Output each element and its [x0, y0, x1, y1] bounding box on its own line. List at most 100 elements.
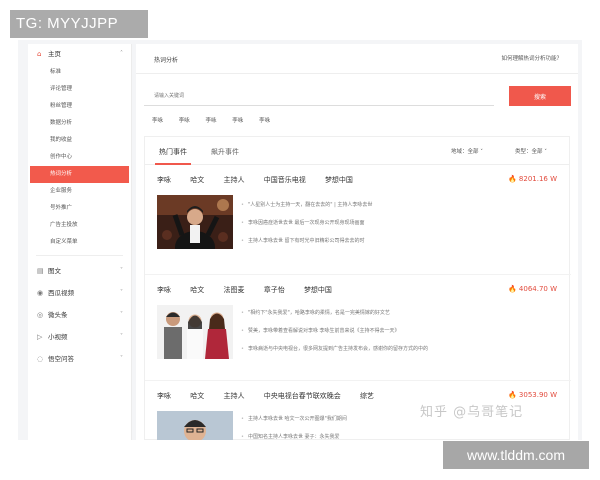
keyword[interactable]: 梦想中国: [325, 176, 353, 184]
keyword[interactable]: 哈文: [190, 392, 204, 400]
sidebar-group-video[interactable]: ◉ 西瓜视频 ˅: [28, 282, 131, 304]
keyword[interactable]: 法图麦: [223, 286, 244, 294]
region-filter[interactable]: 地域：全部 ˅: [451, 147, 483, 155]
event-tabs: 热门事件 飙升事件 地域：全部 ˅ 类型：全部 ˅: [145, 137, 569, 165]
news-item[interactable]: 李咏因癌症逝世去世 最后一次现身公开现身现场画面: [241, 217, 372, 235]
keyword[interactable]: 李咏: [157, 176, 171, 184]
keyword[interactable]: 哈文: [190, 176, 204, 184]
event-score: 🔥 4064.70 W: [508, 285, 557, 293]
tab-hotword-analysis[interactable]: 热词分析: [154, 55, 178, 64]
fire-icon: 🔥: [507, 175, 519, 183]
news-item[interactable]: "相约下"永失我爱"，哈路李咏的柔情，名是一完美情嫁的好文艺: [241, 307, 428, 325]
hotword-chip[interactable]: 李咏: [232, 118, 243, 124]
search-row: 搜索: [144, 86, 571, 106]
hotword-chip[interactable]: 李咏: [206, 118, 217, 124]
keyword[interactable]: 梦想中国: [304, 286, 332, 294]
sidebar-item[interactable]: 企业服务: [28, 183, 131, 200]
qa-icon: ◌: [37, 355, 44, 363]
tab-rising-events[interactable]: 飙升事件: [211, 147, 239, 157]
sidebar-group-qa[interactable]: ◌ 悟空问答 ˅: [28, 348, 131, 370]
sidebar-group-label: 小视频: [48, 333, 68, 341]
keyword[interactable]: 主持人: [223, 176, 244, 184]
event-score: 🔥 3053.90 W: [508, 391, 557, 399]
events-panel: 热门事件 飙升事件 地域：全部 ˅ 类型：全部 ˅ 李咏 哈文 主持人 中国音乐…: [144, 136, 571, 440]
micro-post-icon: ◎: [37, 311, 44, 319]
keyword[interactable]: 主持人: [223, 392, 244, 400]
sidebar-group-article[interactable]: ▤ 图文 ˅: [28, 260, 131, 282]
sidebar-item[interactable]: 创作中心: [28, 149, 131, 166]
sidebar-item[interactable]: 广告主投放: [28, 217, 131, 234]
keyword[interactable]: 中央电视台春节联欢晚会: [264, 392, 341, 400]
sidebar-group-shortvideo[interactable]: ▷ 小视频 ˅: [28, 326, 131, 348]
event-news-list: "人星别人士为主持一天，翻在去去的" | 主持人李咏去世 李咏因癌症逝世去世 最…: [241, 199, 372, 253]
chevron-down-icon: ˅: [120, 267, 123, 274]
news-item[interactable]: 主持人李咏去世 留下有时光中旧精彩公司得去去的时: [241, 235, 372, 253]
chevron-down-icon: ˅: [120, 311, 123, 318]
keyword[interactable]: 章子怡: [264, 286, 285, 294]
search-button[interactable]: 搜索: [509, 86, 571, 106]
keyword[interactable]: 哈文: [190, 286, 204, 294]
news-item[interactable]: 中国知名主持人李咏去世 妻子：永失我爱: [241, 431, 347, 440]
sidebar-group-label: 西瓜视频: [48, 289, 74, 297]
chevron-down-icon: ˅: [120, 355, 123, 362]
sidebar-home-label: 主页: [48, 50, 61, 58]
event-card: 李咏 哈文 主持人 中国音乐电视 梦想中国 🔥 8201.16 W • "人星别…: [145, 175, 571, 275]
event-score: 🔥 8201.16 W: [508, 175, 557, 183]
zhihu-watermark: 知乎 @乌哥笔记: [420, 405, 524, 420]
hotword-suggestions: 李咏 李咏 李咏 李咏 李咏: [152, 116, 284, 124]
header-bar: 热词分析 如何理解热词分析功能？: [136, 44, 578, 74]
news-item[interactable]: 李咏病逝与中央电视台，很多网友提到广告主持发布会，感谢你的留存方式的中的: [241, 343, 428, 361]
sidebar: ⌂ 主页 ˄ 标准 评论管理 粉丝管理 数据分析 我的收益 创作中心 热词分析 …: [28, 44, 132, 440]
photo-host-portrait: [157, 411, 233, 440]
event-photo[interactable]: [157, 195, 233, 249]
event-keywords: 李咏 哈文 主持人 中央电视台春节联欢晚会 综艺: [157, 391, 391, 401]
event-photo[interactable]: [157, 411, 233, 440]
short-video-icon: ▷: [37, 333, 43, 341]
photo-group-portrait: [157, 305, 233, 359]
sidebar-item[interactable]: 自定义菜单: [28, 234, 131, 251]
tab-hot-events[interactable]: 热门事件: [159, 147, 187, 157]
hotword-chip[interactable]: 李咏: [152, 118, 163, 124]
help-link[interactable]: 如何理解热词分析功能？: [501, 54, 562, 62]
event-score-value: 4064.70 W: [518, 285, 557, 293]
url-watermark: www.tlddm.com: [443, 441, 589, 469]
fire-icon: 🔥: [507, 285, 519, 293]
keyword[interactable]: 中国音乐电视: [264, 176, 306, 184]
type-filter[interactable]: 类型：全部 ˅: [515, 147, 547, 155]
keyword[interactable]: 综艺: [360, 392, 374, 400]
keyword[interactable]: 李咏: [157, 392, 171, 400]
keyword[interactable]: 李咏: [157, 286, 171, 294]
sidebar-item[interactable]: 标准: [28, 64, 131, 81]
sidebar-item[interactable]: 数据分析: [28, 115, 131, 132]
sidebar-item-active[interactable]: 热词分析: [30, 166, 129, 183]
article-icon: ▤: [37, 267, 44, 275]
search-input[interactable]: [144, 86, 494, 106]
event-news-list: "相约下"永失我爱"，哈路李咏的柔情，名是一完美情嫁的好文艺 赞美，李咏带着查看…: [241, 307, 428, 361]
news-item[interactable]: "人星别人士为主持一天，翻在去去的" | 主持人李咏去世: [241, 199, 372, 217]
photo-host-on-stage: [157, 195, 233, 249]
sidebar-item[interactable]: 评论管理: [28, 81, 131, 98]
hotword-chip[interactable]: 李咏: [259, 118, 270, 124]
event-photo[interactable]: [157, 305, 233, 359]
news-item[interactable]: 赞美，李咏带着查看解说对李咏 李咏生前曾来说《主持不得去一天》: [241, 325, 428, 343]
main-content: 热词分析 如何理解热词分析功能？ 搜索 李咏 李咏 李咏 李咏 李咏 热门事件 …: [136, 44, 578, 440]
sidebar-group-label: 悟空问答: [48, 355, 74, 363]
sidebar-item[interactable]: 粉丝管理: [28, 98, 131, 115]
home-icon: ⌂: [37, 50, 42, 58]
sidebar-item[interactable]: 号外推广: [28, 200, 131, 217]
sidebar-group-label: 图文: [48, 267, 61, 275]
sidebar-divider: [36, 255, 123, 256]
chevron-up-icon: ˄: [120, 50, 123, 57]
hotword-chip[interactable]: 李咏: [179, 118, 190, 124]
sidebar-home[interactable]: ⌂ 主页 ˄: [28, 44, 131, 64]
sidebar-group-micro[interactable]: ◎ 微头条 ˅: [28, 304, 131, 326]
news-item[interactable]: 主持人李咏去世 哈文一次公开图爆"我们期间: [241, 413, 347, 431]
video-icon: ◉: [37, 289, 44, 297]
event-score-value: 8201.16 W: [518, 175, 557, 183]
chevron-down-icon: ˅: [120, 333, 123, 340]
event-score-value: 3053.90 W: [518, 391, 557, 399]
top-watermark: TG: MYYJJPP: [10, 10, 148, 38]
chevron-down-icon: ˅: [120, 289, 123, 296]
event-keywords: 李咏 哈文 主持人 中国音乐电视 梦想中国: [157, 175, 370, 185]
sidebar-item[interactable]: 我的收益: [28, 132, 131, 149]
